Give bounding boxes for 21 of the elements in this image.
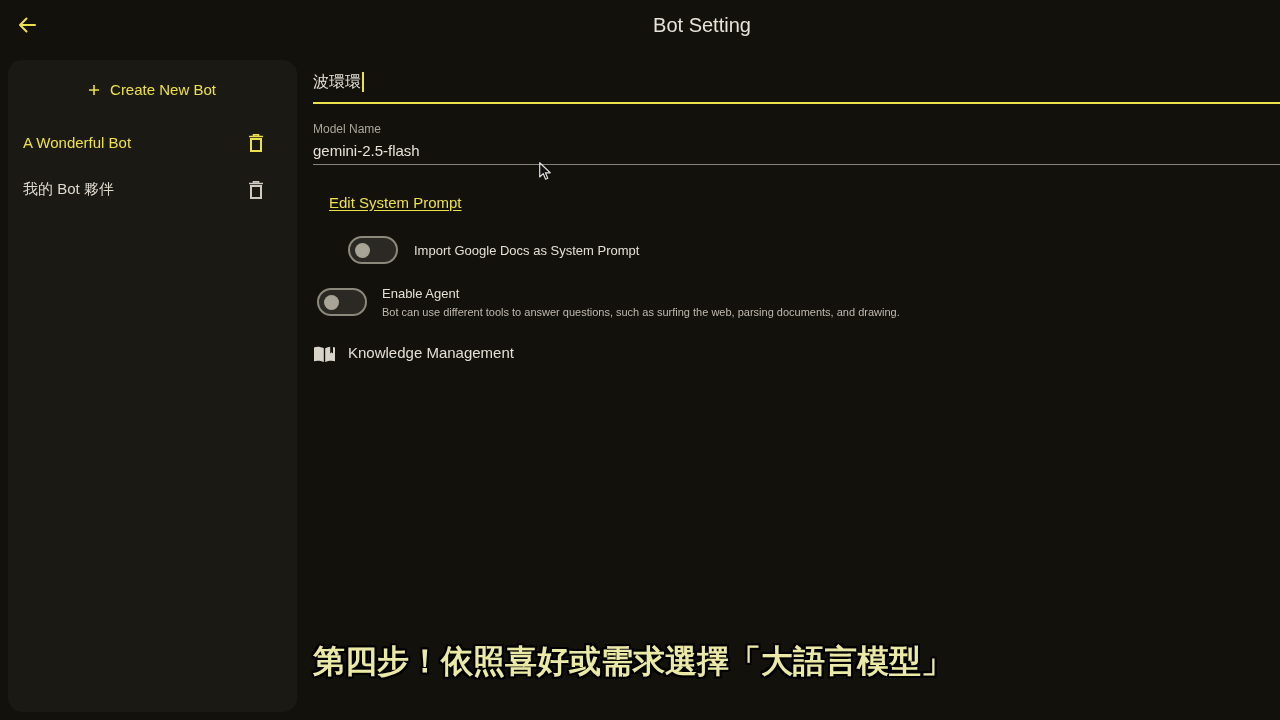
- page-title: Bot Setting: [653, 13, 751, 37]
- trash-icon[interactable]: [249, 133, 263, 152]
- nav-link[interactable]: Knowledge Management: [314, 344, 514, 362]
- toggle-label: Enable Agent: [382, 286, 460, 301]
- bot-list-item[interactable]: A Wonderful Bot: [8, 119, 297, 166]
- create-bot-button[interactable]: Create New Bot: [75, 71, 230, 109]
- field-label: Model Name: [313, 122, 382, 136]
- open-book-icon: [314, 344, 335, 362]
- trash-icon[interactable]: [249, 180, 263, 199]
- mouse-pointer-icon: [539, 162, 551, 180]
- video-caption: 第四步！依照喜好或需求選擇「大語言模型」: [313, 642, 953, 681]
- back-arrow-icon[interactable]: [18, 17, 36, 33]
- model-input-field[interactable]: gemini-2.5-flash: [313, 137, 1280, 165]
- name-input-field[interactable]: 波環環: [313, 62, 1280, 104]
- bot-list-item[interactable]: 我的 Bot 夥伴: [8, 166, 297, 213]
- edit-prompt-link[interactable]: Edit System Prompt: [329, 194, 462, 212]
- toggle-label: Import Google Docs as System Prompt: [414, 242, 640, 258]
- plus-icon: [89, 85, 100, 95]
- toggle-switch[interactable]: [348, 236, 398, 264]
- toggle-description: Bot can use different tools to answer questions, such as surfing the web, parsing documents, and drawing.: [382, 305, 900, 319]
- toggle-switch[interactable]: [317, 288, 367, 316]
